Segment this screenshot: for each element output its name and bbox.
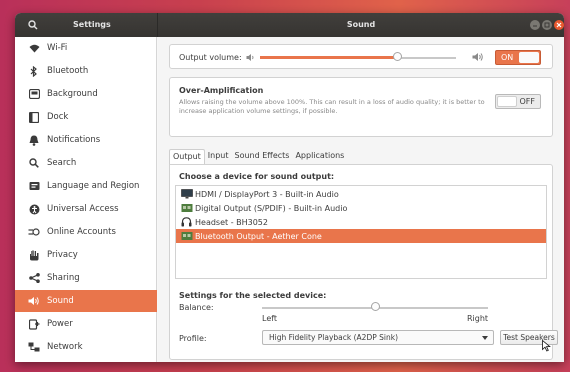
sidebar-item-label: Language and Region	[47, 181, 140, 191]
balance-slider-knob[interactable]	[371, 302, 380, 311]
share-icon	[27, 271, 41, 285]
sidebar-item-label: Search	[47, 158, 77, 168]
sidebar-item-label: Online Accounts	[47, 227, 116, 237]
device-label: HDMI / DisplayPort 3 - Built-in Audio	[195, 189, 339, 199]
chevron-down-icon	[482, 336, 488, 340]
sidebar-item-label: Privacy	[47, 250, 78, 260]
mouse-cursor-icon	[542, 339, 551, 354]
sound-tabs: Output Input Sound Effects Applications	[169, 149, 348, 165]
sidebar-item-label: Universal Access	[47, 204, 119, 214]
sidebar-item-label: Bluetooth	[47, 66, 89, 76]
sidebar-item-sound[interactable]: Sound	[15, 290, 157, 312]
output-volume-switch[interactable]: ON	[495, 50, 541, 65]
sidebar-item-sharing[interactable]: Sharing	[15, 267, 157, 289]
sidebar-item-dock[interactable]: Dock	[15, 106, 157, 128]
sidebar-item-notifications[interactable]: Notifications	[15, 129, 157, 151]
sidebar-item-search[interactable]: Search	[15, 152, 157, 174]
device-label: Bluetooth Output - Aether Cone	[195, 231, 322, 241]
monitor-icon	[180, 189, 193, 200]
tab-input[interactable]: Input	[204, 149, 232, 165]
bluetooth-speaker-icon	[180, 231, 193, 242]
balance-label: Balance:	[179, 303, 214, 312]
over-amplification-description-1: Allows raising the volume above 100%. Th…	[179, 98, 485, 106]
selected-device-heading: Settings for the selected device:	[179, 291, 327, 300]
background-icon	[27, 87, 41, 101]
output-volume-box: Output volume: ON	[169, 44, 553, 69]
headset-icon	[180, 217, 193, 228]
sidebar-item-label: Wi-Fi	[47, 43, 68, 53]
sidebar-item-power[interactable]: Power	[15, 313, 157, 335]
volume-low-icon	[246, 53, 256, 64]
sidebar-item-wifi[interactable]: Wi-Fi	[15, 37, 157, 59]
bell-icon	[27, 133, 41, 147]
sidebar-item-label: Dock	[47, 112, 69, 122]
sidebar-title: Settings	[73, 20, 111, 29]
sidebar-item-universal-access[interactable]: Universal Access	[15, 198, 157, 220]
switch-knob	[519, 52, 539, 63]
profile-label: Profile:	[179, 334, 207, 343]
balance-right-label: Right	[467, 314, 489, 323]
sidebar-item-label: Power	[47, 319, 73, 329]
switch-off-label: OFF	[519, 97, 536, 106]
switch-knob	[497, 96, 517, 107]
over-amplification-title: Over-Amplification	[179, 86, 264, 95]
dock-icon	[27, 110, 41, 124]
minimize-icon[interactable]	[530, 20, 540, 30]
sidebar-item-label: Background	[47, 89, 98, 99]
title-bar: Settings Sound	[15, 13, 564, 37]
settings-window: Settings Sound Wi-Fi Bluetooth Backgroun…	[15, 13, 564, 362]
output-device-list: HDMI / DisplayPort 3 - Built-in Audio Di…	[175, 185, 547, 279]
tab-output[interactable]: Output	[169, 149, 205, 165]
maximize-icon[interactable]	[542, 20, 552, 30]
sidebar-item-label: Sharing	[47, 273, 80, 283]
device-row-hdmi[interactable]: HDMI / DisplayPort 3 - Built-in Audio	[176, 187, 546, 201]
device-row-bluetooth[interactable]: Bluetooth Output - Aether Cone	[176, 229, 546, 243]
settings-sidebar: Wi-Fi Bluetooth Background Dock Notifica…	[15, 37, 157, 362]
search-icon	[27, 156, 41, 170]
over-amplification-box: Over-Amplification Allows raising the vo…	[169, 77, 553, 137]
switch-on-label: ON	[501, 53, 514, 62]
sidebar-item-bluetooth[interactable]: Bluetooth	[15, 60, 157, 82]
volume-slider-fill	[260, 56, 398, 59]
universal-access-icon	[27, 202, 41, 216]
sidebar-item-language[interactable]: Language and Region	[15, 175, 157, 197]
volume-high-icon	[472, 52, 484, 64]
power-icon	[27, 317, 41, 331]
sound-panel: Output volume: ON Over-Amplification All…	[158, 37, 564, 362]
sidebar-item-label: Sound	[47, 296, 74, 306]
language-icon	[27, 179, 41, 193]
audio-card-icon	[180, 203, 193, 214]
device-label: Headset - BH3052	[195, 217, 268, 227]
profile-select[interactable]: High Fidelity Playback (A2DP Sink)	[262, 330, 494, 345]
panel-title: Sound	[346, 20, 376, 29]
tab-applications[interactable]: Applications	[292, 149, 348, 165]
profile-value: High Fidelity Playback (A2DP Sink)	[269, 333, 399, 342]
device-row-headset[interactable]: Headset - BH3052	[176, 215, 546, 229]
device-list-heading: Choose a device for sound output:	[179, 172, 335, 181]
over-amplification-description-2: increase application volume settings, if…	[179, 107, 338, 115]
close-icon[interactable]	[554, 20, 564, 30]
sidebar-item-privacy[interactable]: Privacy	[15, 244, 157, 266]
volume-slider-knob[interactable]	[393, 52, 403, 61]
wifi-icon	[27, 41, 41, 55]
bluetooth-icon	[27, 64, 41, 78]
speaker-icon	[27, 294, 41, 308]
balance-left-label: Left	[262, 314, 278, 323]
device-row-digital[interactable]: Digital Output (S/PDIF) - Built-in Audio	[176, 201, 546, 215]
privacy-icon	[27, 248, 41, 262]
output-volume-label: Output volume:	[179, 53, 242, 62]
sidebar-item-online-accounts[interactable]: Online Accounts	[15, 221, 157, 243]
sidebar-item-network[interactable]: Network	[15, 336, 157, 358]
device-label: Digital Output (S/PDIF) - Built-in Audio	[195, 203, 348, 213]
sidebar-item-label: Notifications	[47, 135, 101, 145]
online-accounts-icon	[27, 225, 41, 239]
sidebar-item-background[interactable]: Background	[15, 83, 157, 105]
network-icon	[27, 340, 41, 354]
over-amplification-switch[interactable]: OFF	[495, 94, 541, 109]
tab-sound-effects[interactable]: Sound Effects	[231, 149, 293, 165]
search-icon[interactable]	[23, 17, 43, 33]
sidebar-item-label: Network	[47, 342, 83, 352]
